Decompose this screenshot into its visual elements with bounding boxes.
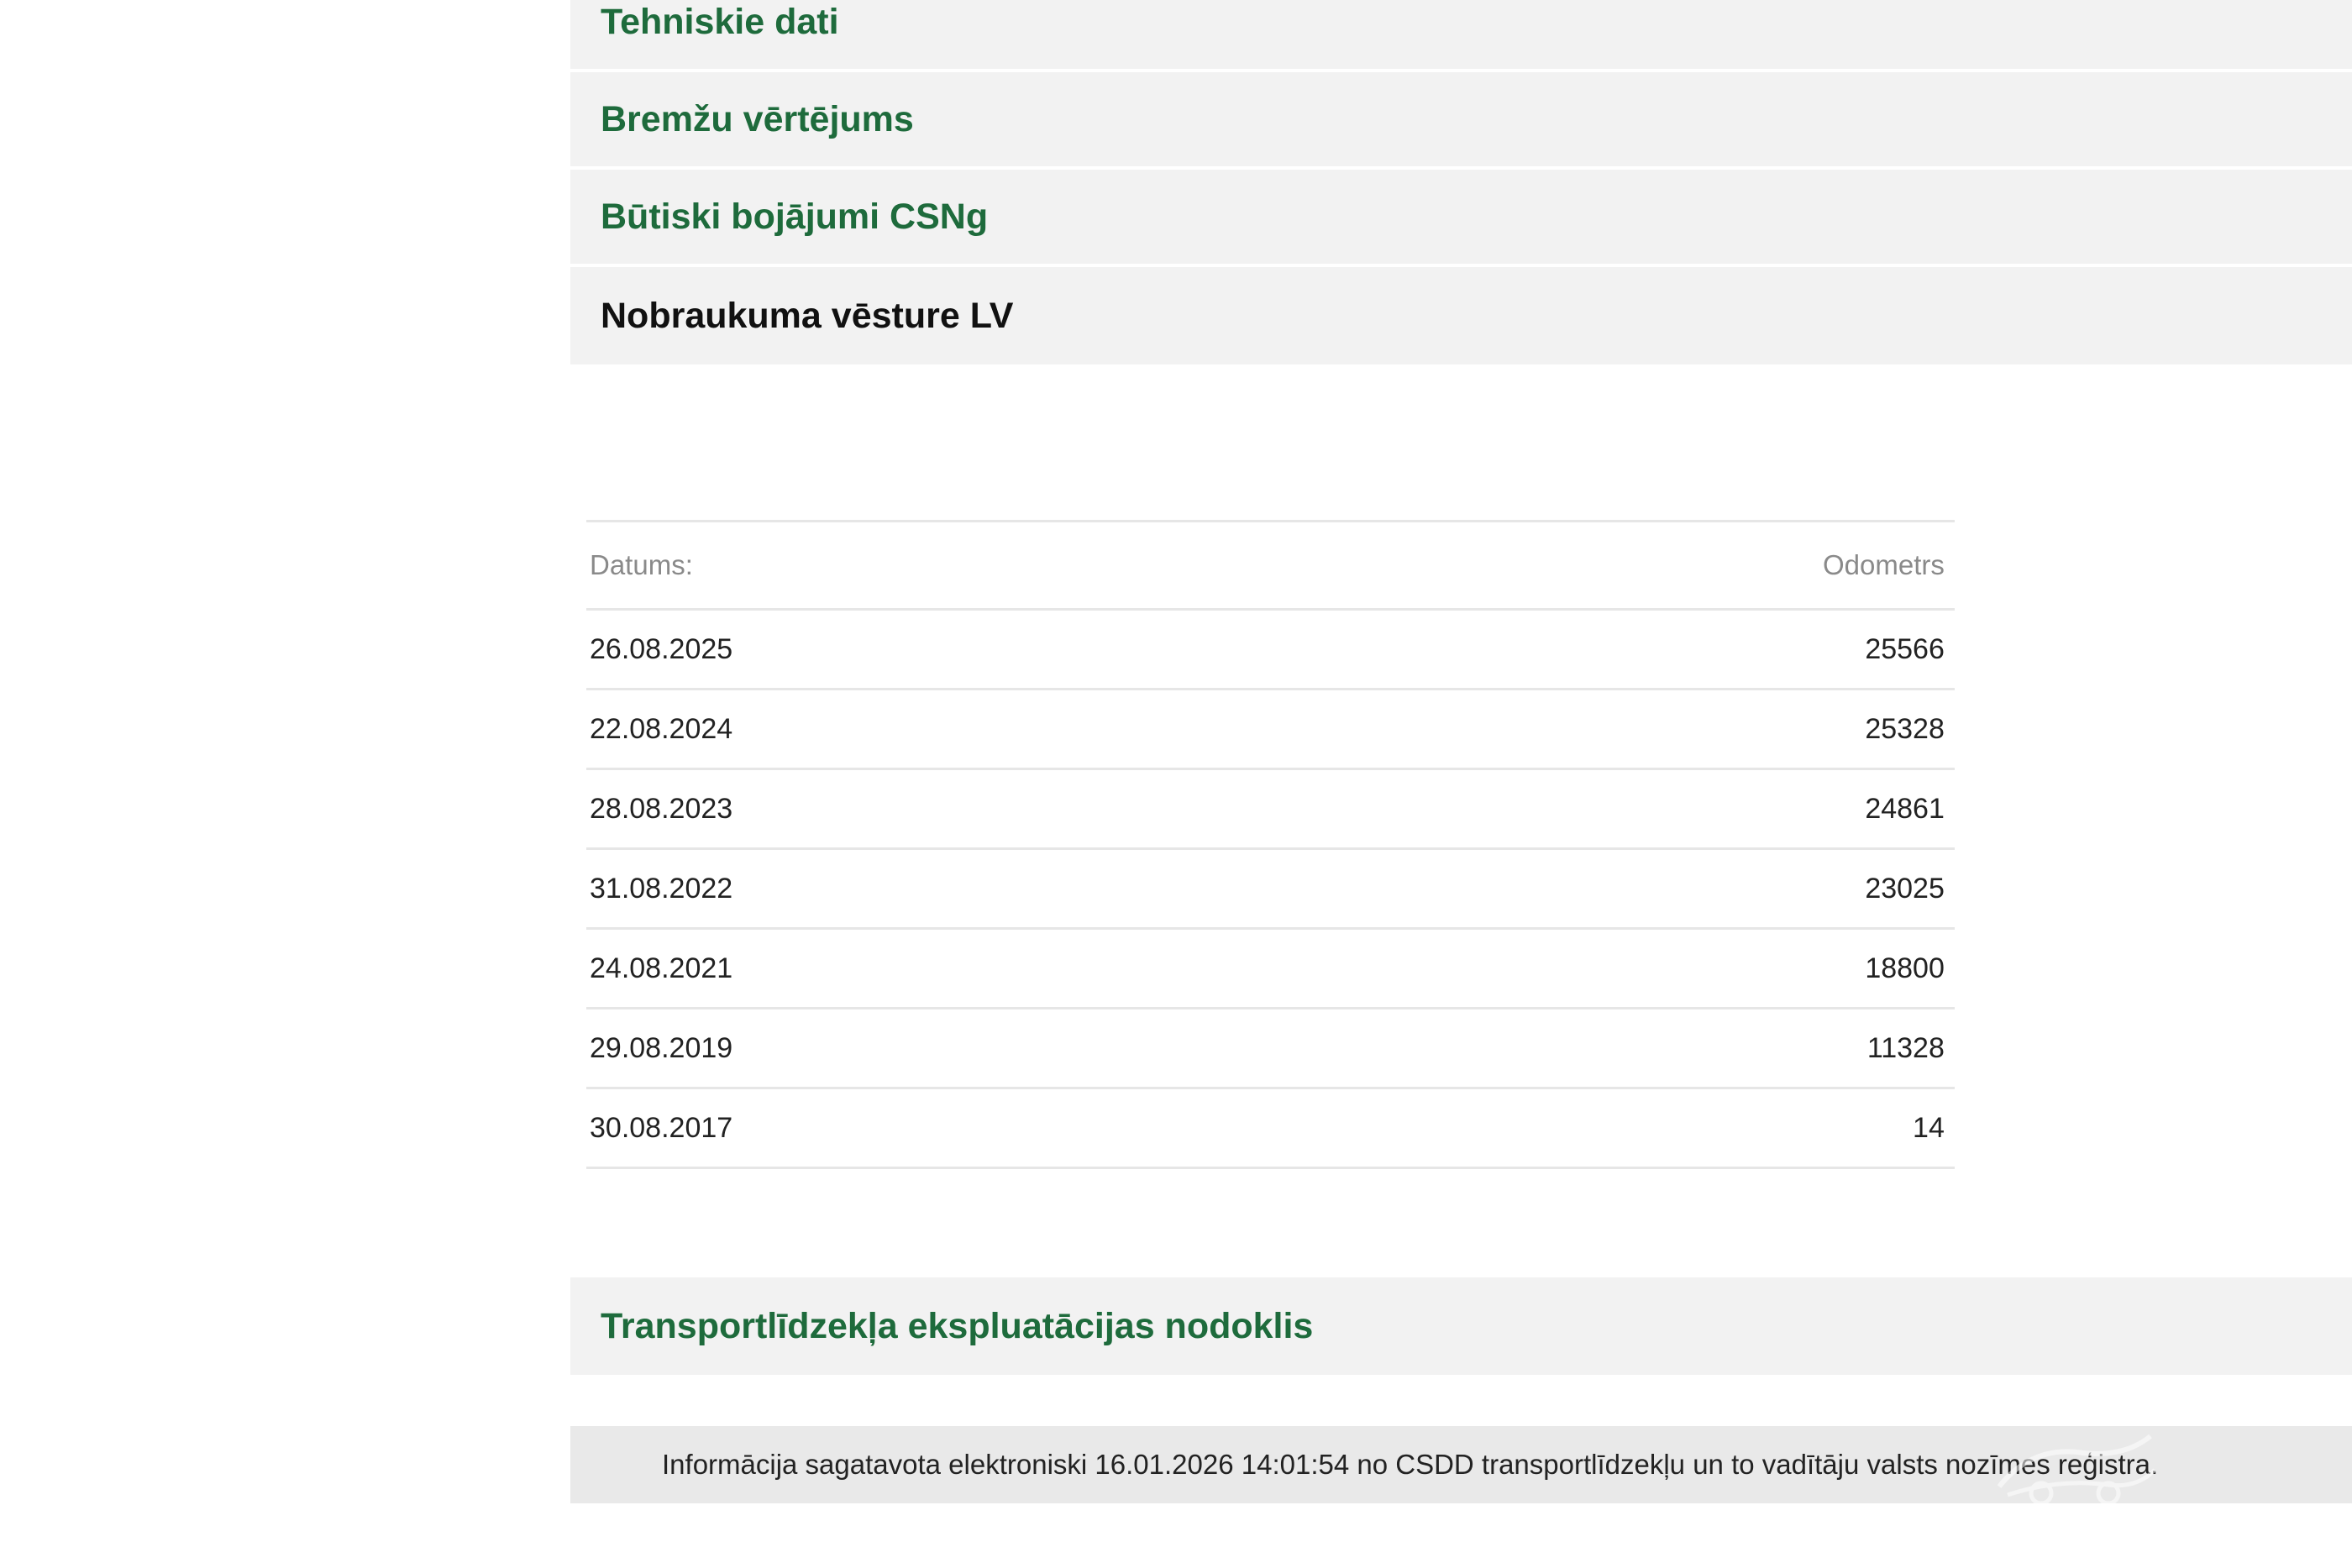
row-date: 28.08.2023 <box>586 768 1819 849</box>
table-row: 30.08.2017 14 <box>586 1087 1955 1169</box>
car-logo-watermark-icon <box>1997 1434 2156 1506</box>
row-spacer <box>1947 688 1955 769</box>
table-row: 22.08.2024 25328 <box>586 688 1955 769</box>
accordion-group: Tehniskie dati Bremžu vērtējums Būtiski … <box>570 0 2352 364</box>
row-odometer: 25566 <box>1819 608 1948 690</box>
column-header-odometer: Odometrs <box>1819 520 1948 610</box>
row-date: 26.08.2025 <box>586 608 1819 690</box>
row-odometer: 23025 <box>1819 847 1948 929</box>
row-date: 22.08.2024 <box>586 688 1819 769</box>
accordion-group-tax: Transportlīdzekļa ekspluatācijas nodokli… <box>570 1277 2352 1375</box>
mileage-history-table: Datums: Odometrs 26.08.2025 25566 22.08.… <box>586 520 1955 1169</box>
table-row: 31.08.2022 23025 <box>586 847 1955 929</box>
accordion-label-butiski-bojajumi: Būtiski bojājumi CSNg <box>601 196 989 237</box>
accordion-label-nobraukuma-vesture: Nobraukuma vēsture LV <box>601 295 1014 336</box>
accordion-tehniskie-dati[interactable]: Tehniskie dati <box>570 0 2352 72</box>
row-date: 30.08.2017 <box>586 1087 1819 1169</box>
table-row: 29.08.2019 11328 <box>586 1007 1955 1088</box>
accordion-label-tehniskie-dati: Tehniskie dati <box>601 1 839 42</box>
table-row: 28.08.2023 24861 <box>586 768 1955 849</box>
row-spacer <box>1947 847 1955 929</box>
footer-text: Informācija sagatavota elektroniski 16.0… <box>662 1449 2159 1480</box>
table-header-row: Datums: Odometrs <box>586 520 1955 610</box>
row-date: 31.08.2022 <box>586 847 1819 929</box>
row-spacer <box>1947 768 1955 849</box>
row-spacer <box>1947 927 1955 1009</box>
accordion-label-bremzu-vertejums: Bremžu vērtējums <box>601 98 914 139</box>
row-spacer <box>1947 1087 1955 1169</box>
row-odometer: 18800 <box>1819 927 1948 1009</box>
row-date: 29.08.2019 <box>586 1007 1819 1088</box>
row-spacer <box>1947 1007 1955 1088</box>
table-row: 26.08.2025 25566 <box>586 608 1955 690</box>
column-spacer <box>1947 520 1955 610</box>
accordion-nobraukuma-vesture[interactable]: Nobraukuma vēsture LV <box>570 267 2352 364</box>
row-date: 24.08.2021 <box>586 927 1819 1009</box>
row-odometer: 24861 <box>1819 768 1948 849</box>
accordion-butiski-bojajumi[interactable]: Būtiski bojājumi CSNg <box>570 170 2352 267</box>
row-odometer: 25328 <box>1819 688 1948 769</box>
table-row: 24.08.2021 18800 <box>586 927 1955 1009</box>
accordion-label-nodoklis: Transportlīdzekļa ekspluatācijas nodokli… <box>601 1305 1314 1346</box>
accordion-nodoklis[interactable]: Transportlīdzekļa ekspluatācijas nodokli… <box>570 1277 2352 1375</box>
row-spacer <box>1947 608 1955 690</box>
accordion-bremzu-vertejums[interactable]: Bremžu vērtējums <box>570 72 2352 170</box>
row-odometer: 11328 <box>1819 1007 1948 1088</box>
row-odometer: 14 <box>1819 1087 1948 1169</box>
column-header-date: Datums: <box>586 520 1819 610</box>
